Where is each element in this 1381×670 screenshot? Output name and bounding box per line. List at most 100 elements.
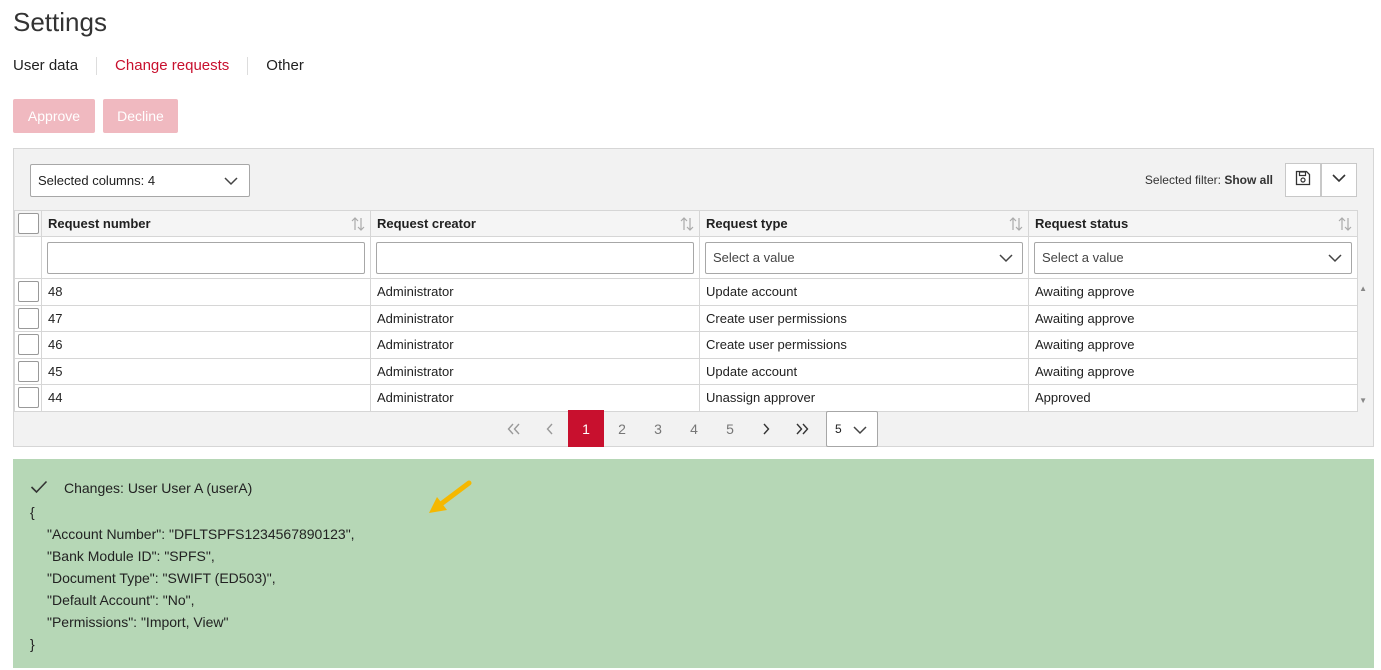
row-select-cell <box>14 304 42 332</box>
chevron-down-icon <box>224 174 238 191</box>
decline-button[interactable]: Decline <box>103 99 178 133</box>
page-size-value: 5 <box>835 421 842 436</box>
column-header-request-status[interactable]: Request status <box>1028 210 1358 237</box>
row-select-cell <box>14 331 42 359</box>
selected-filter-value: Show all <box>1224 173 1273 187</box>
request-status-cell: Awaiting approve <box>1028 278 1358 306</box>
column-header-request-number[interactable]: Request number <box>41 210 371 237</box>
request-type-cell: Update account <box>699 278 1029 306</box>
select-all-checkbox[interactable] <box>17 213 39 234</box>
requests-grid-panel: Selected columns: 4 Selected filter: Sho… <box>13 148 1374 447</box>
scroll-up-arrow-icon[interactable]: ▲ <box>1359 284 1367 293</box>
request-status-filter-select[interactable]: Select a value <box>1034 241 1352 274</box>
request-status-cell: Awaiting approve <box>1028 304 1358 332</box>
row-select-cell <box>14 278 42 306</box>
request-creator-cell: Administrator <box>370 278 700 306</box>
sort-icon[interactable] <box>1008 216 1024 235</box>
table-row[interactable]: 44 Administrator Unassign approver Appro… <box>14 384 1358 412</box>
request-number-cell: 44 <box>41 384 371 412</box>
row-checkbox[interactable] <box>17 387 39 409</box>
next-page-button[interactable] <box>748 410 784 447</box>
request-type-cell: Create user permissions <box>699 304 1029 332</box>
table-row[interactable]: 46 Administrator Create user permissions… <box>14 331 1358 359</box>
page-button-2[interactable]: 2 <box>604 410 640 447</box>
changes-panel: Changes: User User A (userA) { "Account … <box>13 459 1374 668</box>
chevron-down-icon <box>853 423 867 440</box>
approve-button[interactable]: Approve <box>13 99 95 133</box>
request-creator-cell: Administrator <box>370 384 700 412</box>
page-button-3[interactable]: 3 <box>640 410 676 447</box>
table-row[interactable]: 45 Administrator Update account Awaiting… <box>14 357 1358 385</box>
sort-icon[interactable] <box>350 216 366 235</box>
request-type-filter-select[interactable]: Select a value <box>705 241 1023 274</box>
filter-cell <box>370 236 700 279</box>
page-button-4[interactable]: 4 <box>676 410 712 447</box>
changes-title: Changes: User User A (userA) <box>64 480 253 496</box>
filter-options-button[interactable] <box>1321 163 1357 197</box>
tab-user-data[interactable]: User data <box>13 57 96 75</box>
floppy-disk-icon <box>1295 170 1311 191</box>
previous-page-button[interactable] <box>532 410 568 447</box>
request-number-cell: 48 <box>41 278 371 306</box>
last-page-button[interactable] <box>784 410 820 447</box>
request-type-cell: Update account <box>699 357 1029 385</box>
request-creator-cell: Administrator <box>370 331 700 359</box>
chevron-down-icon <box>999 251 1013 268</box>
filter-spacer <box>14 236 42 279</box>
row-checkbox[interactable] <box>17 307 39 329</box>
selected-columns-label: Selected columns: 4 <box>38 173 156 188</box>
scroll-down-arrow-icon[interactable]: ▼ <box>1359 396 1367 405</box>
filter-cell <box>41 236 371 279</box>
selected-filter-label: Selected filter: <box>1144 173 1221 187</box>
page-size-select[interactable]: 5 <box>826 410 878 447</box>
row-checkbox[interactable] <box>17 281 39 303</box>
row-select-cell <box>14 384 42 412</box>
row-checkbox[interactable] <box>17 360 39 382</box>
request-number-cell: 45 <box>41 357 371 385</box>
request-number-cell: 46 <box>41 331 371 359</box>
select-all-cell <box>14 210 42 237</box>
selected-columns-dropdown[interactable]: Selected columns: 4 <box>30 164 250 197</box>
json-open-brace: { <box>30 504 35 520</box>
requests-table: Request number Request creator Request t… <box>14 210 1358 412</box>
json-close-brace: } <box>30 636 35 652</box>
request-status-cell: Approved <box>1028 384 1358 412</box>
json-line: "Account Number": "DFLTSPFS1234567890123… <box>47 526 355 542</box>
checkmark-icon <box>30 480 50 497</box>
page-button-1[interactable]: 1 <box>568 410 604 447</box>
request-type-cell: Unassign approver <box>699 384 1029 412</box>
json-line: "Permissions": "Import, View" <box>47 614 229 630</box>
filter-cell: Select a value <box>1028 236 1358 279</box>
save-filter-button[interactable] <box>1285 163 1321 197</box>
first-page-button[interactable] <box>496 410 532 447</box>
column-header-request-type[interactable]: Request type <box>699 210 1029 237</box>
request-status-cell: Awaiting approve <box>1028 331 1358 359</box>
request-status-cell: Awaiting approve <box>1028 357 1358 385</box>
request-number-filter-input[interactable] <box>47 241 365 274</box>
chevron-down-icon <box>1328 251 1342 268</box>
request-creator-filter-input[interactable] <box>376 241 694 274</box>
changes-header: Changes: User User A (userA) <box>30 479 1357 497</box>
json-line: "Bank Module ID": "SPFS", <box>47 548 215 564</box>
selected-filter-info: Selected filter: Show all <box>1145 173 1273 187</box>
sort-icon[interactable] <box>1337 216 1353 235</box>
page-title: Settings <box>13 7 107 37</box>
row-select-cell <box>14 357 42 385</box>
column-header-request-creator[interactable]: Request creator <box>370 210 700 237</box>
request-creator-cell: Administrator <box>370 304 700 332</box>
request-number-cell: 47 <box>41 304 371 332</box>
filter-cell: Select a value <box>699 236 1029 279</box>
table-row[interactable]: 48 Administrator Update account Awaiting… <box>14 278 1358 306</box>
tab-change-requests[interactable]: Change requests <box>96 57 247 75</box>
page-button-5[interactable]: 5 <box>712 410 748 447</box>
chevron-down-icon <box>1332 171 1346 190</box>
pagination: 1 2 3 4 5 5 <box>496 410 878 447</box>
json-line: "Document Type": "SWIFT (ED503)", <box>47 570 276 586</box>
sort-icon[interactable] <box>679 216 695 235</box>
table-row[interactable]: 47 Administrator Create user permissions… <box>14 304 1358 332</box>
annotation-arrow-icon <box>425 477 475 520</box>
tab-other[interactable]: Other <box>247 57 322 75</box>
row-checkbox[interactable] <box>17 334 39 356</box>
request-creator-cell: Administrator <box>370 357 700 385</box>
json-line: "Default Account": "No", <box>47 592 195 608</box>
